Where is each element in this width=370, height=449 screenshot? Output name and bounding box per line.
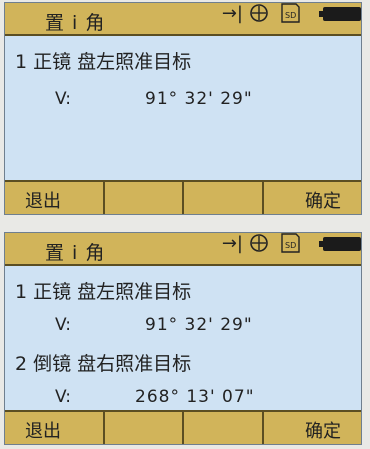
battery-icon (319, 7, 361, 21)
page-title: 置 i 角 (45, 12, 106, 34)
softkey-3[interactable] (184, 412, 264, 444)
sd-card-label: SD (285, 241, 296, 250)
target-icon (250, 234, 268, 252)
title-bar: 置 i 角 →| SD (5, 3, 361, 36)
v-angle-value: 268° 13' 07" (135, 387, 255, 407)
v-label: V: (55, 89, 71, 109)
step-1-label: 1 正镜 盘左照准目标 (15, 51, 192, 73)
sd-card-label: SD (285, 11, 296, 20)
screen-1: 置 i 角 →| SD 1 正镜 盘左照准目标 V: 91° 32' 29" 退… (4, 2, 362, 215)
softkey-bar: 退出 确定 (5, 180, 361, 214)
v-angle-value: 91° 32' 29" (145, 315, 253, 335)
softkey-3[interactable] (184, 182, 264, 214)
page-title: 置 i 角 (45, 242, 106, 264)
v-angle-value: 91° 32' 29" (145, 89, 253, 109)
exit-button[interactable]: 退出 (5, 412, 105, 444)
screen-2: 置 i 角 →| SD 1 正镜 盘左照准目标 V: 91° 32' 29" 2… (4, 232, 362, 445)
sd-card-icon: SD (281, 233, 300, 253)
sd-card-icon: SD (281, 3, 300, 23)
softkey-bar: 退出 确定 (5, 410, 361, 444)
confirm-button[interactable]: 确定 (264, 412, 362, 444)
target-icon (250, 4, 268, 22)
battery-icon (319, 237, 361, 251)
arrow-to-bar-icon: →| (221, 233, 243, 254)
arrow-to-bar-icon: →| (221, 3, 243, 24)
softkey-2[interactable] (105, 412, 184, 444)
step-1-label: 1 正镜 盘左照准目标 (15, 281, 192, 303)
v-label: V: (55, 387, 71, 407)
step-2-label: 2 倒镜 盘右照准目标 (15, 353, 192, 375)
exit-button[interactable]: 退出 (5, 182, 105, 214)
title-bar: 置 i 角 →| SD (5, 233, 361, 266)
v-label: V: (55, 315, 71, 335)
softkey-2[interactable] (105, 182, 184, 214)
confirm-button[interactable]: 确定 (264, 182, 362, 214)
